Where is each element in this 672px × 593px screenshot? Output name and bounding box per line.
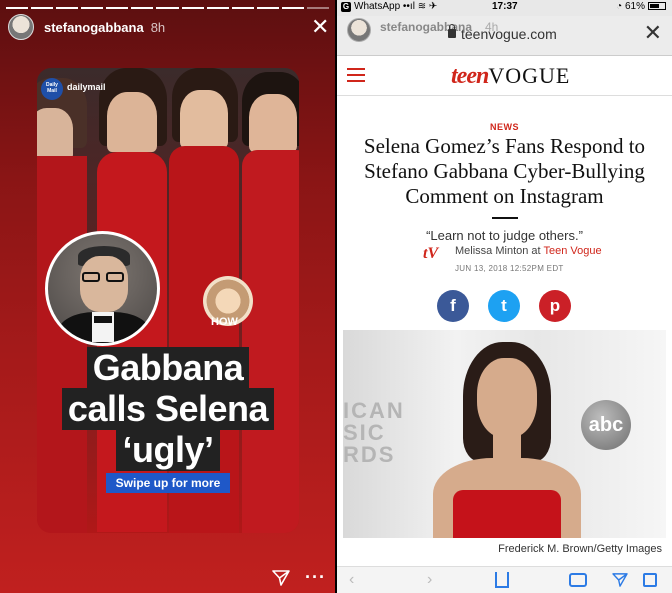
teen-vogue-badge-icon: tV (423, 245, 439, 262)
headline-line-1: Gabbana (86, 347, 250, 389)
byline: Melissa Minton at Teen Vogue (455, 245, 602, 257)
story-username[interactable]: stefanogabbana (44, 20, 144, 35)
lock-icon (448, 24, 456, 38)
close-icon[interactable]: ✕ (311, 16, 329, 38)
avatar[interactable] (8, 14, 34, 40)
status-app: WhatsApp (354, 1, 401, 12)
right-story: G WhatsApp ••ıl ≋ ✈ 17:37 ◔ 61% stefanoga… (337, 0, 672, 593)
send-icon[interactable] (612, 573, 628, 587)
article-dek: “Learn not to judge others.” (426, 228, 583, 243)
title-rule (492, 217, 518, 219)
share-icon[interactable] (495, 572, 509, 588)
teen-vogue-logo[interactable]: teenVOGUE (451, 62, 570, 90)
tabs-icon[interactable] (643, 573, 657, 587)
url-text[interactable]: teenvogue.com (461, 26, 557, 42)
daily-mail-logo: Daily Mail (41, 78, 63, 100)
section-label[interactable]: NEWS (337, 122, 672, 132)
site-header: teenVOGUE (337, 56, 672, 96)
twitter-share-icon[interactable]: t (488, 290, 520, 322)
story-progress-bar (6, 7, 330, 9)
close-icon[interactable]: ✕ (644, 22, 662, 44)
gabbana-portrait-image (45, 231, 160, 346)
forward-icon[interactable]: › (427, 571, 432, 589)
story-header: stefanogabbana 8h (8, 14, 165, 40)
headline-line-2: calls Selena (61, 388, 275, 430)
menu-icon[interactable] (347, 68, 365, 86)
status-bar: G WhatsApp ••ıl ≋ ✈ 17:37 ◔ 61% (337, 0, 672, 16)
publication-name[interactable]: Teen Vogue (543, 245, 601, 257)
photo-wall-text: ICAN SIC RDS (343, 398, 405, 467)
article-photo: ICAN SIC RDS abc (343, 330, 666, 538)
story-username[interactable]: stefanogabbana (380, 20, 472, 34)
status-time: 17:37 (492, 1, 518, 12)
bookmarks-icon[interactable] (569, 573, 587, 587)
pinterest-share-icon[interactable]: p (539, 290, 571, 322)
more-options-icon[interactable]: ··· (305, 567, 326, 588)
abc-logo: abc (581, 400, 631, 450)
facebook-share-icon[interactable]: f (437, 290, 469, 322)
publish-date: JUN 13, 2018 12:52PM EDT (455, 264, 564, 273)
swipe-up-button[interactable]: Swipe up for more (106, 473, 230, 493)
headline-line-3: ‘ugly’ (116, 429, 220, 471)
send-icon[interactable] (272, 570, 290, 586)
battery-level: 61% (624, 1, 645, 12)
battery-icon (648, 2, 666, 11)
left-story: stefanogabbana 8h ✕ Daily Mail dailymail (0, 0, 335, 593)
source-label: dailymail (67, 82, 106, 92)
story-time: 8h (150, 19, 166, 35)
avatar[interactable] (347, 18, 371, 42)
photo-credit: Frederick M. Brown/Getty Images (498, 543, 662, 555)
story-post-card[interactable]: Daily Mail dailymail HOW Gabbana calls S… (37, 68, 299, 533)
article-title: Selena Gomez’s Fans Respond to Stefano G… (363, 134, 646, 208)
browser-toolbar: ‹ › (337, 566, 672, 593)
inset-label: HOW (211, 316, 238, 328)
author-name[interactable]: Melissa Minton (455, 245, 528, 257)
back-icon[interactable]: ‹ (349, 571, 354, 589)
